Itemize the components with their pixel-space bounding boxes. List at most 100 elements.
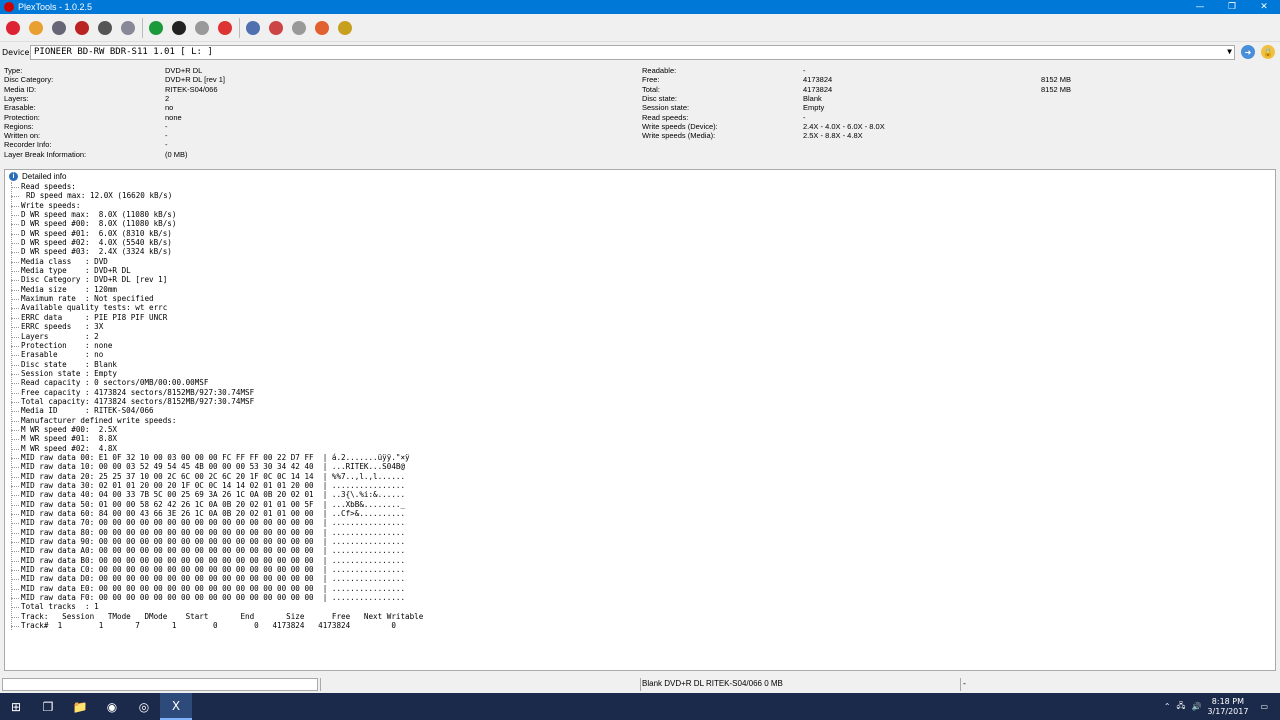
title-bar: PlexTools - 1.0.2.5 — ❐ ✕ [0,0,1280,14]
clock[interactable]: 8:18 PM 3/17/2017 [1207,697,1248,717]
disc-info-value: none [165,112,182,122]
scan-button[interactable] [170,19,188,37]
power-button[interactable] [4,19,22,37]
disc-info-right-key: Session state: [642,103,690,113]
detail-line: Erasable : no [10,350,423,359]
drive-info-button[interactable] [50,19,68,37]
status-bar: Blank DVD+R DL RITEK-S04/066 0 MB - [0,677,1280,693]
detail-line: MID raw data A0: 00 00 00 00 00 00 00 00… [10,546,423,555]
detail-line: Session state : Empty [10,369,423,378]
volume-icon[interactable]: 🔊 [1191,702,1201,711]
disc-info-value: DVD+R DL [rev 1] [165,75,225,85]
detail-line: D WR speed #03: 2.4X (3324 kB/s) [10,247,423,256]
disc-info-right-value: Empty [803,103,825,113]
device-select[interactable]: PIONEER BD-RW BDR-S11 1.01 [ L: ] ▼ [30,44,1235,60]
detail-line: D WR speed #01: 6.0X (8310 kB/s) [10,229,423,238]
disc-info-key: Disc Category: [4,75,54,85]
minimize-button[interactable]: — [1184,0,1216,14]
window-title: PlexTools - 1.0.2.5 [18,2,93,12]
notification-icon[interactable]: ▭ [1260,702,1268,711]
status-right: - [963,679,966,688]
disc-info-right-extra: 8152 MB [1041,84,1072,94]
detail-line: MID raw data 60: 84 00 00 43 66 3E 26 1C… [10,509,423,518]
file-explorer-icon[interactable]: 📁 [64,693,96,720]
disc-info-right-key: Disc state: [642,93,678,103]
disc-info-value: - [165,131,168,141]
stop-icon [218,20,232,35]
disc-info-right-value: - [803,112,806,122]
chrome-icon[interactable]: ◉ [96,693,128,720]
disc-info-value: RITEK-S04/066 [165,84,218,94]
detail-line: MID raw data 20: 25 25 37 10 00 2C 6C 00… [10,472,423,481]
disc-info-panel: Type: DVD+R DL Disc Category: DVD+R DL [rev… [0,64,1280,168]
detail-line: M WR speed #01: 8.8X [10,434,423,443]
plextools-icon[interactable]: ◎ [128,693,160,720]
detail-line: MID raw data 30: 02 01 01 20 00 20 1F 0C… [10,481,423,490]
eject-button[interactable] [73,19,91,37]
detail-line: MID raw data 00: E1 0F 32 10 00 03 00 00… [10,453,423,462]
close-button[interactable]: ✕ [1248,0,1280,14]
clock-date: 3/17/2017 [1207,706,1249,716]
disc-info-key: Written on: [4,131,41,141]
detail-line: MID raw data B0: 00 00 00 00 00 00 00 00… [10,556,423,565]
detail-line: Track# 1 1 7 1 0 0 4173824 4173824 0 [10,621,423,630]
chevron-down-icon[interactable]: ▼ [1227,47,1232,56]
detail-line: Available quality tests: wt errc [10,303,423,312]
disc-info-key: Regions: [4,121,34,131]
detail-line: MID raw data 50: 01 00 00 58 62 42 26 1C… [10,500,423,509]
disc-info-right-key: Write speeds (Device): [642,121,718,131]
speed-button[interactable] [193,19,211,37]
detailed-info-panel[interactable]: i Detailed info Read speeds: RD speed max… [4,169,1276,671]
refresh-icon [149,20,163,35]
lock-icon[interactable]: 🔒 [1261,45,1275,59]
disc-info-right-key: Read speeds: [642,112,689,122]
about-button[interactable] [313,19,331,37]
toolbar-separator [239,17,240,38]
disc-info-value: - [165,121,168,131]
network-icon[interactable]: 🖧 [1177,700,1186,714]
scan-icon [172,20,186,35]
refresh-button[interactable] [147,19,165,37]
chart-button[interactable] [336,19,354,37]
disc-info-right-extra: 8152 MB [1041,75,1072,85]
detail-line: MID raw data D0: 00 00 00 00 00 00 00 00… [10,574,423,583]
toolbar-separator [142,17,143,38]
task-view-icon[interactable]: ❐ [32,693,64,720]
detail-line: MID raw data 80: 00 00 00 00 00 00 00 00… [10,528,423,537]
detail-line: MID raw data 40: 04 00 33 7B 5C 00 25 69… [10,490,423,499]
disc-info-button[interactable] [27,19,45,37]
disc-info-key: Media ID: [4,84,37,94]
copy-button[interactable] [290,19,308,37]
eject-icon [75,20,89,35]
test-icon [246,20,260,35]
app-x-icon[interactable]: X [160,693,192,720]
test-button[interactable] [244,19,262,37]
burn-icon [269,20,283,35]
start-icon[interactable]: ⊞ [0,693,32,720]
disc-info-value: DVD+R DL [165,66,203,75]
info-icon: i [9,172,18,181]
disc-info-icon [29,20,43,35]
taskbar: ⊞ ❐ 📁 ◉ ◎ X ⌃ 🖧 🔊 8:18 PM 3/17/2017 ▭ [0,693,1280,720]
detailed-info-node[interactable]: i Detailed info [9,172,66,181]
detail-line: Total tracks : 1 [10,602,423,611]
chevron-up-icon[interactable]: ⌃ [1164,702,1171,711]
maximize-button[interactable]: ❐ [1216,0,1248,14]
device-refresh-button[interactable]: ➜ [1241,45,1255,59]
detail-line: MID raw data 70: 00 00 00 00 00 00 00 00… [10,518,423,527]
detail-line: D WR speed max: 8.0X (11080 kB/s) [10,210,423,219]
load-button[interactable] [96,19,114,37]
disc-info-right-value: - [803,66,806,75]
stop-button[interactable] [216,19,234,37]
burn-button[interactable] [267,19,285,37]
settings-button[interactable] [119,19,137,37]
detail-line: Track: Session TMode DMode Start End Siz… [10,611,424,621]
detail-line: RD speed max: 12.0X (16620 kB/s) [10,191,423,200]
detail-line: MID raw data 10: 00 00 03 52 49 54 45 4B… [10,462,423,471]
disc-info-right-key: Total: [642,84,660,94]
chart-icon [338,20,352,35]
disc-info-key: Recorder Info: [4,140,52,150]
device-value: PIONEER BD-RW BDR-S11 1.01 [ L: ] [34,47,213,57]
detail-line: D WR speed #02: 4.0X (5540 kB/s) [10,238,423,247]
disc-info-key: Protection: [4,112,40,122]
